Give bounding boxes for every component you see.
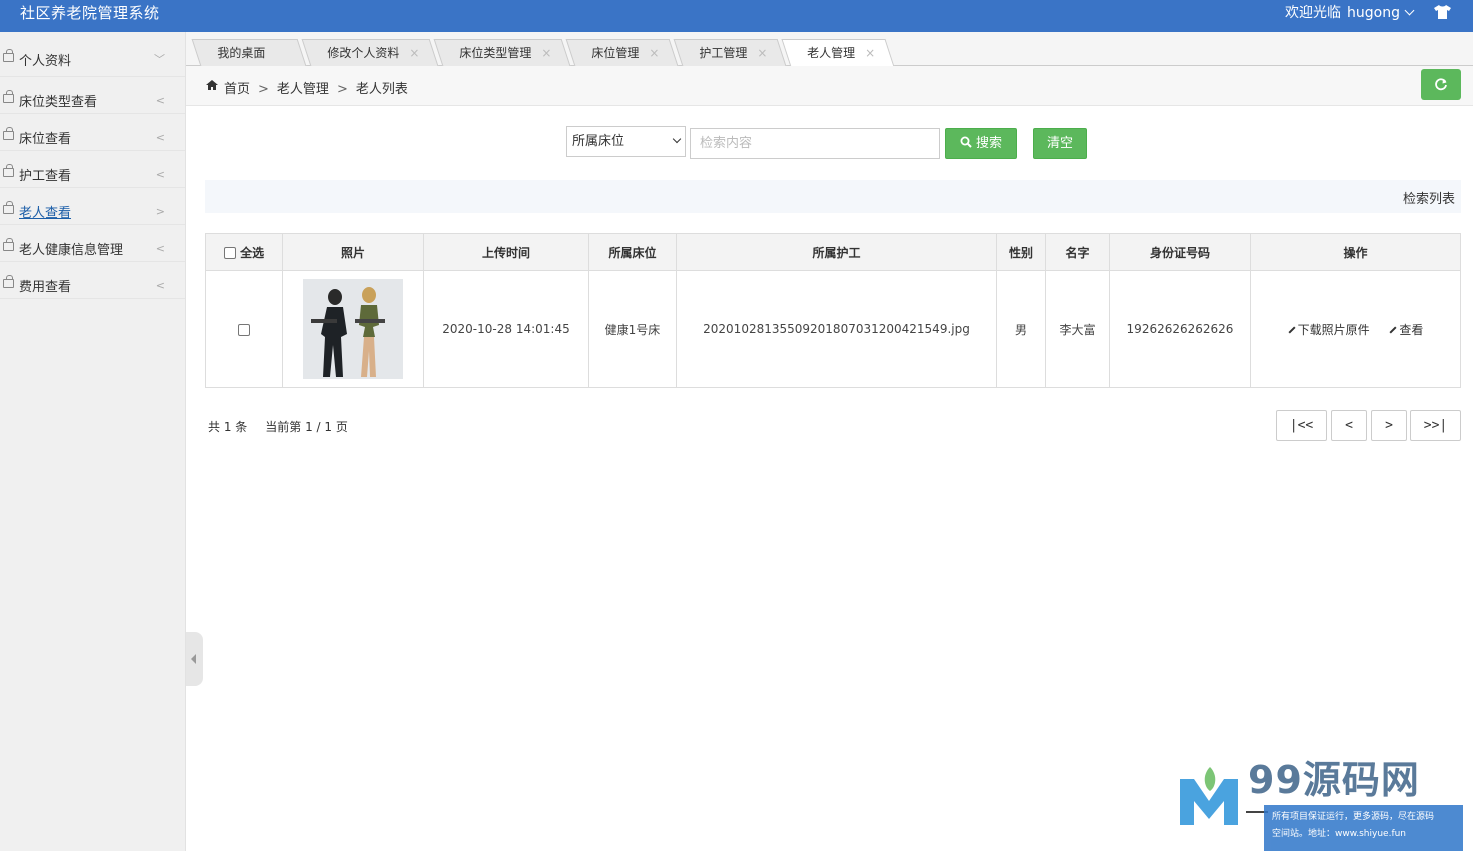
refresh-button[interactable] (1421, 69, 1461, 100)
table-row: 2020-10-28 14:01:45 健康1号床 20201028135509… (205, 270, 1461, 388)
sidebar-item-bed-types[interactable]: 床位类型查看 < (0, 77, 185, 114)
search-button[interactable]: 搜索 (945, 128, 1017, 159)
row-select-cell (205, 270, 283, 388)
bag-icon (3, 90, 14, 103)
upload-time-cell: 2020-10-28 14:01:45 (423, 270, 589, 388)
bag-icon (3, 49, 14, 62)
tab-bed-type-management[interactable]: 床位类型管理 × (433, 39, 571, 67)
elder-photo[interactable] (303, 279, 403, 379)
watermark-logo (1180, 767, 1238, 825)
search-icon (960, 136, 972, 148)
tab-bar: 我的桌面 修改个人资料 × 床位类型管理 × 床位管理 × 护工管理 × 老人管理 × (186, 32, 1473, 67)
name-cell: 李大富 (1045, 270, 1110, 388)
refresh-icon (1435, 78, 1447, 91)
table-header-row: 全选 照片 上传时间 所属床位 所属护工 性别 名字 身份证号码 操作 (205, 233, 1461, 271)
tab-elder-management[interactable]: 老人管理 × (781, 39, 895, 67)
theme-shirt-icon[interactable] (1434, 5, 1451, 19)
app-title: 社区养老院管理系统 (20, 4, 160, 22)
actions-header: 操作 (1250, 233, 1461, 271)
breadcrumb-home[interactable]: 首页 (224, 82, 250, 97)
clear-button[interactable]: 清空 (1033, 128, 1087, 159)
elder-table: 全选 照片 上传时间 所属床位 所属护工 性别 名字 身份证号码 操作 2020… (205, 233, 1461, 388)
home-icon (206, 80, 218, 90)
id-number-header: 身份证号码 (1109, 233, 1251, 271)
sidebar-item-fees[interactable]: 费用查看 < (0, 262, 185, 299)
bag-icon (3, 238, 14, 251)
bed-filter-select[interactable]: 所属床位 (566, 126, 686, 157)
row-checkbox[interactable] (238, 323, 250, 336)
select-all-checkbox[interactable] (223, 247, 236, 259)
sidebar-item-profile[interactable]: 个人资料 ﹀ (0, 32, 185, 77)
select-all-header[interactable]: 全选 (205, 233, 283, 271)
chevron-left-icon: < (155, 242, 165, 255)
user-menu[interactable]: 欢迎光临 hugong (1285, 2, 1415, 22)
tab-desktop[interactable]: 我的桌面 (191, 39, 307, 66)
chevron-left-icon: < (155, 279, 165, 292)
pencil-icon (1288, 325, 1296, 334)
bed-header: 所属床位 (588, 233, 677, 271)
sidebar-collapse-handle[interactable] (186, 632, 203, 686)
bag-icon (3, 127, 14, 140)
breadcrumb-separator: > (336, 82, 348, 97)
close-icon[interactable]: × (541, 40, 551, 67)
breadcrumb-elder-management[interactable]: 老人管理 (277, 82, 329, 97)
close-icon[interactable]: × (865, 40, 875, 67)
sidebar-item-beds[interactable]: 床位查看 < (0, 114, 185, 151)
close-icon[interactable]: × (757, 40, 767, 67)
actions-cell: 下载照片原件 查看 (1250, 270, 1461, 388)
close-icon[interactable]: × (409, 40, 419, 67)
tab-nurse-management[interactable]: 护工管理 × (673, 39, 787, 67)
breadcrumb-elder-list: 老人列表 (355, 82, 408, 97)
photo-header: 照片 (282, 233, 424, 271)
breadcrumb-separator: > (258, 82, 269, 97)
watermark-box: 所有项目保证运行，更多源码，尽在源码 空间站。地址：www.shiyue.fun (1264, 805, 1463, 851)
download-photo-link[interactable]: 下载照片原件 (1288, 323, 1370, 337)
chevron-down-icon (1404, 5, 1415, 16)
tab-edit-profile[interactable]: 修改个人资料 × (301, 39, 439, 67)
chevron-down-icon: ﹀ (154, 53, 165, 66)
breadcrumb: 首页 > 老人管理 > 老人列表 (186, 66, 1473, 106)
nurse-header: 所属护工 (676, 233, 997, 271)
sidebar-item-elders[interactable]: 老人查看 > (0, 188, 185, 225)
id-number-cell: 19262626262626 (1109, 270, 1251, 388)
chevron-right-icon: > (155, 205, 165, 218)
current-page: 当前第 1 / 1 页 (265, 420, 348, 434)
username: hugong (1347, 5, 1400, 21)
top-header: 社区养老院管理系统 欢迎光临 hugong (0, 0, 1473, 32)
bag-icon (3, 164, 14, 177)
view-link[interactable]: 查看 (1389, 323, 1423, 337)
nurse-cell: 20201028135509201807031200421549.jpg (676, 270, 997, 388)
bed-cell: 健康1号床 (588, 270, 677, 388)
bag-icon (3, 275, 14, 288)
result-bar: 检索列表 (205, 180, 1461, 213)
gender-cell: 男 (996, 270, 1046, 388)
search-input[interactable] (690, 128, 940, 159)
bag-icon (3, 201, 14, 214)
photo-cell (282, 270, 424, 388)
sidebar-item-health-info[interactable]: 老人健康信息管理 < (0, 225, 185, 262)
sidebar: 个人资料 ﹀ 床位类型查看 < 床位查看 < 护工查看 < 老人查看 > 老人健康信息管理… (0, 32, 186, 851)
first-page-button[interactable]: |<< (1276, 410, 1327, 441)
upload-time-header: 上传时间 (423, 233, 589, 271)
pencil-icon (1389, 325, 1397, 334)
gender-header: 性别 (996, 233, 1046, 271)
last-page-button[interactable]: >>| (1410, 410, 1461, 441)
name-header: 名字 (1045, 233, 1110, 271)
chevron-left-icon: < (155, 94, 165, 107)
chevron-left-icon: < (155, 168, 165, 181)
total-count: 共 1 条 (208, 420, 248, 434)
next-page-button[interactable]: > (1371, 410, 1407, 441)
welcome-text: 欢迎光临 (1285, 5, 1342, 21)
result-title: 检索列表 (1402, 192, 1455, 207)
sidebar-item-nurses[interactable]: 护工查看 < (0, 151, 185, 188)
watermark: 99源码网 所有项目保证运行，更多源码，尽在源码 空间站。地址：www.shiy… (1180, 745, 1473, 851)
chevron-down-icon (672, 134, 682, 144)
tab-bed-management[interactable]: 床位管理 × (565, 39, 679, 67)
pagination-info: 共 1 条 当前第 1 / 1 页 (208, 418, 348, 435)
watermark-brand: 99源码网 (1248, 758, 1420, 802)
prev-page-button[interactable]: < (1331, 410, 1367, 441)
chevron-left-icon: < (155, 131, 165, 144)
close-icon[interactable]: × (649, 40, 659, 67)
